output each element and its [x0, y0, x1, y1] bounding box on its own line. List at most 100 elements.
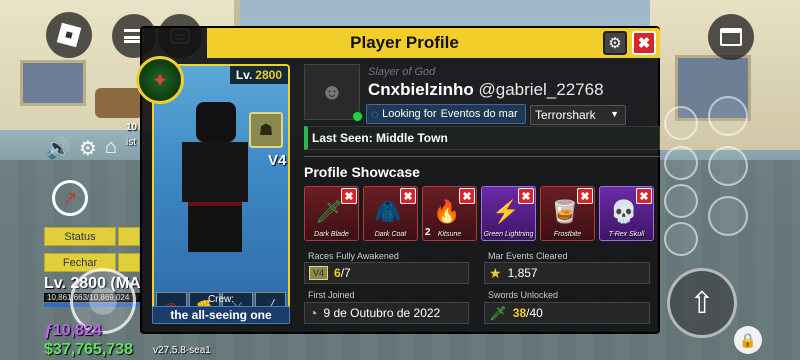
fragments-counter: ƒ10,824 — [44, 322, 102, 339]
crew-name[interactable]: the all-seeing one — [152, 306, 290, 324]
item-label: Frostbite — [553, 231, 582, 238]
showcase-slot-1[interactable]: 🧥 Dark Coat ✖ — [363, 186, 418, 241]
loading-icon: ◌ — [371, 107, 379, 121]
swords-label: Swords Unlocked — [488, 290, 559, 300]
showcase-slot-2[interactable]: 🔥 2 Kitsune ✖ — [422, 186, 477, 241]
character-body — [182, 142, 248, 202]
fechar-button-extra[interactable] — [118, 253, 140, 272]
races-label: Races Fully Awakened — [308, 251, 399, 261]
partial-hud-text: 10 — [126, 122, 138, 133]
panel-header: Player Profile — [207, 28, 660, 58]
character-level: Lv. 2800 — [229, 66, 288, 84]
item-label: Dark Blade — [314, 231, 349, 238]
dark-blade-icon: 🗡 — [315, 199, 343, 224]
joined-stat: ◔ 9 de Outubro de 2022 — [304, 302, 469, 324]
lock-icon: 🔒 — [739, 331, 757, 348]
mar-value: 1,857 — [507, 266, 538, 280]
dropdown-value: Terrorshark — [535, 108, 596, 122]
t-rex-skull-icon: 💀 — [610, 199, 638, 224]
looking-for-box: ◌ Looking for Eventos do mar — [366, 104, 526, 124]
settings-button[interactable]: ⚙ — [603, 31, 627, 55]
level-value: 2800 — [255, 68, 282, 82]
display-name: Cnxbielzinho — [368, 80, 474, 99]
star-icon: ★ — [489, 264, 502, 281]
remove-item-button[interactable]: ✖ — [459, 188, 475, 204]
joined-value: 9 de Outubro de 2022 — [323, 306, 441, 320]
ability-slot-1[interactable] — [664, 106, 698, 140]
close-button[interactable]: ✖ — [632, 31, 656, 55]
clock-icon: ◔ — [309, 305, 318, 321]
item-qty: 2 — [425, 227, 431, 238]
showcase-grid: 🗡 Dark Blade ✖ 🧥 Dark Coat ✖ 🔥 2 Kitsune… — [304, 186, 660, 242]
races-stat: V4 6/7 — [304, 262, 469, 284]
divider — [304, 156, 660, 157]
online-status-icon — [352, 111, 363, 122]
crew-label: Crew: — [207, 294, 235, 305]
player-title: Slayer of God — [368, 66, 436, 78]
character-avatar — [172, 102, 256, 252]
status-button-extra[interactable] — [118, 227, 140, 246]
showcase-slot-4[interactable]: 🥃 Frostbite ✖ — [540, 186, 595, 241]
background-crate — [95, 88, 143, 118]
ability-slot-2[interactable] — [664, 146, 698, 180]
money-counter: $37,765,738 — [44, 341, 133, 358]
panel-title: Player Profile — [350, 33, 459, 52]
side-icon-row: 🔊 ⚙ ⌂ — [46, 136, 117, 161]
window-icon — [720, 28, 742, 46]
character-legs — [188, 202, 242, 252]
looking-for-label: Looking for — [382, 108, 437, 120]
joined-label: First Joined — [308, 290, 355, 300]
close-icon: ✖ — [637, 35, 651, 52]
remove-item-button[interactable]: ✖ — [518, 188, 534, 204]
remove-item-button[interactable]: ✖ — [577, 188, 593, 204]
arrow-up-icon: ⇧ — [689, 286, 715, 320]
remove-item-button[interactable]: ✖ — [400, 188, 416, 204]
races-value: 6/7 — [334, 266, 351, 280]
showcase-slot-5[interactable]: 💀 T-Rex Skull ✖ — [599, 186, 654, 241]
item-label: Green Lightning — [483, 231, 534, 238]
last-seen: Last Seen: Middle Town — [304, 126, 660, 150]
mar-label: Mar Events Cleared — [488, 251, 568, 261]
swords-value: 38/40 — [512, 306, 543, 320]
ability-slot-4[interactable] — [664, 222, 698, 256]
compass-icon[interactable]: ↗ — [52, 180, 88, 216]
remove-item-button[interactable]: ✖ — [636, 188, 652, 204]
item-label: Dark Coat — [374, 231, 407, 238]
character-head — [196, 102, 236, 142]
speaker-icon[interactable]: 🔊 — [46, 136, 71, 161]
level-label: Lv. — [235, 68, 253, 82]
ability-slot-6[interactable] — [708, 146, 748, 186]
version-label: v27.5.8-sea1 — [153, 345, 211, 356]
window-toggle-button[interactable] — [708, 14, 754, 60]
mar-stat: ★ 1,857 — [484, 262, 650, 284]
green-lightning-icon: ⚡ — [492, 199, 520, 224]
swords-stat: 🗡 38/40 — [484, 302, 650, 324]
ability-slot-5[interactable] — [708, 96, 748, 136]
gear-icon[interactable]: ⚙ — [79, 136, 97, 161]
showcase-slot-0[interactable]: 🗡 Dark Blade ✖ — [304, 186, 359, 241]
roblox-logo-icon — [56, 22, 82, 48]
player-name: Cnxbielzinho @gabriel_22768 — [368, 80, 604, 100]
gear-icon: ⚙ — [608, 35, 622, 52]
target-dropdown[interactable]: Terrorshark ▼ — [530, 105, 626, 125]
sword-icon: 🗡 — [489, 304, 507, 321]
chevron-down-icon: ▼ — [610, 109, 619, 119]
ability-slot-3[interactable] — [664, 184, 698, 218]
shift-lock-button[interactable]: 🔒 — [734, 326, 762, 354]
item-label: Kitsune — [437, 231, 462, 238]
home-icon[interactable]: ⌂ — [105, 136, 117, 161]
remove-item-button[interactable]: ✖ — [341, 188, 357, 204]
username: @gabriel_22768 — [478, 80, 604, 99]
looking-for-value: Eventos do mar — [440, 108, 518, 120]
kitsune-icon: 🔥 — [433, 199, 461, 224]
jump-button[interactable]: ⇧ — [667, 268, 737, 338]
crew-emblem-icon: ✦ — [136, 56, 184, 104]
showcase-title: Profile Showcase — [304, 164, 420, 180]
status-button[interactable]: Status — [44, 227, 116, 246]
frostbite-icon: 🥃 — [551, 199, 579, 224]
ability-slot-7[interactable] — [708, 196, 748, 236]
showcase-slot-3[interactable]: ⚡ Green Lightning ✖ — [481, 186, 536, 241]
race-icon: ☗ — [249, 112, 283, 148]
roblox-menu-button[interactable] — [46, 12, 92, 58]
player-avatar: ☻ — [304, 64, 360, 120]
